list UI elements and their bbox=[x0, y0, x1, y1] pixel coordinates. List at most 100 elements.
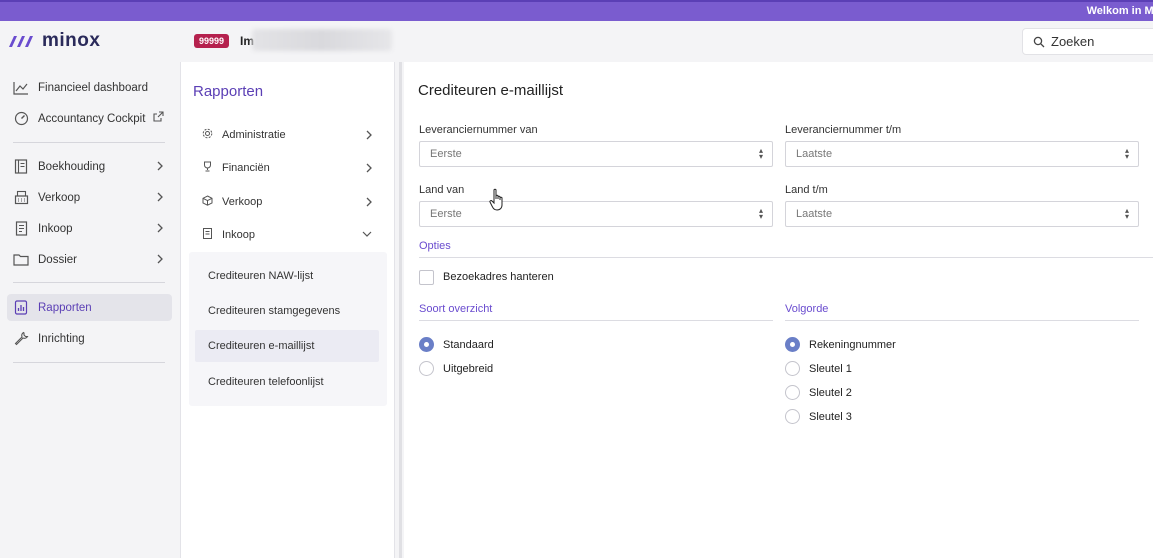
reports-panel: Rapporten Administratie Financiën Verkoo… bbox=[180, 62, 395, 558]
register-icon bbox=[13, 190, 29, 206]
logo-text: minox bbox=[42, 30, 101, 51]
supplier-to-select[interactable]: Laatste ▴ ▾ bbox=[785, 141, 1139, 167]
order-radio-sleutel-3[interactable] bbox=[785, 409, 800, 424]
sidebar-item-label: Inkoop bbox=[38, 222, 73, 235]
overview-radio-uitgebreid[interactable] bbox=[419, 361, 434, 376]
chevron-right-icon bbox=[365, 162, 373, 177]
country-to-label: Land t/m bbox=[785, 184, 828, 196]
section-divider bbox=[785, 320, 1139, 321]
sidebar-item-boekhouding[interactable]: Boekhouding bbox=[7, 153, 172, 180]
sidebar-item-label: Financieel dashboard bbox=[38, 81, 148, 94]
receipt-icon bbox=[202, 228, 213, 242]
order-option-label: Sleutel 1 bbox=[809, 363, 852, 375]
sidebar-item-label: Inrichting bbox=[38, 332, 85, 345]
report-category-label: Verkoop bbox=[222, 196, 263, 208]
external-link-icon bbox=[153, 111, 164, 125]
welcome-text: Welkom in Mir bbox=[1086, 5, 1153, 17]
welcome-banner: Welkom in Mir bbox=[0, 0, 1153, 21]
sidebar-item-verkoop[interactable]: Verkoop bbox=[7, 184, 172, 211]
search-icon bbox=[1033, 36, 1045, 47]
chart-icon bbox=[13, 80, 29, 96]
report-item-stamgegevens[interactable]: Crediteuren stamgegevens bbox=[195, 295, 379, 327]
minox-logo[interactable]: minox bbox=[8, 30, 100, 52]
chevron-down-icon bbox=[361, 229, 373, 241]
sidebar-divider bbox=[13, 142, 165, 143]
overview-radio-standaard[interactable] bbox=[419, 337, 434, 352]
report-item-naw-lijst[interactable]: Crediteuren NAW-lijst bbox=[195, 260, 379, 292]
redacted-client-name bbox=[252, 29, 392, 51]
supplier-from-value: Eerste bbox=[430, 148, 462, 160]
sidebar-item-rapporten[interactable]: Rapporten bbox=[7, 294, 172, 321]
folder-icon bbox=[13, 252, 29, 268]
report-category-administratie[interactable]: Administratie bbox=[193, 120, 383, 150]
app-header: minox 99999 Im Zoeken bbox=[0, 21, 1153, 62]
select-arrows-icon: ▴ ▾ bbox=[1124, 206, 1129, 221]
chevron-right-icon bbox=[156, 222, 164, 237]
country-from-label: Land van bbox=[419, 184, 465, 196]
report-item-e-maillijst[interactable]: Crediteuren e-maillijst bbox=[195, 330, 379, 362]
supplier-from-label: Leveranciernummer van bbox=[419, 124, 538, 136]
gauge-icon bbox=[13, 111, 29, 127]
wrench-icon bbox=[13, 331, 29, 347]
supplier-to-label: Leveranciernummer t/m bbox=[785, 124, 902, 136]
overview-option-label: Uitgebreid bbox=[443, 363, 494, 375]
order-option-label: Rekeningnummer bbox=[809, 339, 896, 351]
trophy-icon bbox=[202, 161, 213, 175]
supplier-to-value: Laatste bbox=[796, 148, 833, 160]
sidebar-item-label: Verkoop bbox=[38, 191, 81, 204]
sidebar-item-label: Dossier bbox=[38, 253, 77, 266]
sidebar-divider bbox=[13, 362, 165, 363]
supplier-from-select[interactable]: Eerste ▴ ▾ bbox=[419, 141, 773, 167]
overview-section-title: Soort overzicht bbox=[419, 303, 493, 315]
chevron-right-icon bbox=[365, 196, 373, 211]
client-number-badge[interactable]: 99999 bbox=[194, 34, 230, 48]
sidebar-item-label: Accountancy Cockpit bbox=[38, 112, 146, 125]
inkoop-report-list: Crediteuren NAW-lijst Crediteuren stamge… bbox=[189, 252, 387, 406]
country-from-value: Eerste bbox=[430, 208, 462, 220]
sidebar-item-label: Rapporten bbox=[38, 301, 92, 314]
report-icon bbox=[13, 300, 29, 316]
chevron-right-icon bbox=[156, 191, 164, 206]
report-category-inkoop[interactable]: Inkoop bbox=[193, 220, 383, 250]
sidebar-item-inkoop[interactable]: Inkoop bbox=[7, 215, 172, 242]
search-placeholder: Zoeken bbox=[1051, 34, 1095, 49]
order-option-label: Sleutel 2 bbox=[809, 387, 852, 399]
report-category-verkoop[interactable]: Verkoop bbox=[193, 187, 383, 217]
report-category-label: Administratie bbox=[222, 129, 286, 141]
ledger-icon bbox=[13, 159, 29, 175]
report-category-label: Financiën bbox=[222, 162, 270, 174]
sidebar-item-financial-dashboard[interactable]: Financieel dashboard bbox=[7, 74, 172, 101]
report-form: Crediteuren e-maillijst Leveranciernumme… bbox=[404, 62, 1153, 558]
section-divider bbox=[419, 320, 773, 321]
page-title: Crediteuren e-maillijst bbox=[418, 82, 564, 99]
order-radio-sleutel-2[interactable] bbox=[785, 385, 800, 400]
hand-cursor-icon bbox=[489, 188, 503, 211]
select-arrows-icon: ▴ ▾ bbox=[1124, 146, 1129, 161]
report-category-label: Inkoop bbox=[222, 229, 256, 241]
country-to-value: Laatste bbox=[796, 208, 833, 220]
overview-option-label: Standaard bbox=[443, 339, 494, 351]
country-to-select[interactable]: Laatste ▴ ▾ bbox=[785, 201, 1139, 227]
order-radio-rekeningnummer[interactable] bbox=[785, 337, 800, 352]
search-field[interactable]: Zoeken bbox=[1022, 28, 1153, 55]
sidebar-item-inrichting[interactable]: Inrichting bbox=[7, 325, 172, 352]
options-section-title: Opties bbox=[419, 240, 451, 252]
order-option-label: Sleutel 3 bbox=[809, 411, 852, 423]
chevron-right-icon bbox=[156, 253, 164, 268]
sidebar-item-dossier[interactable]: Dossier bbox=[7, 246, 172, 273]
main-sidebar: Financieel dashboard Accountancy Cockpit… bbox=[0, 62, 180, 558]
country-from-select[interactable]: Eerste ▴ ▾ bbox=[419, 201, 773, 227]
reports-panel-title: Rapporten bbox=[193, 83, 264, 100]
report-item-telefoonlijst[interactable]: Crediteuren telefoonlijst bbox=[195, 366, 379, 398]
chevron-right-icon bbox=[156, 160, 164, 175]
box-icon bbox=[202, 195, 213, 209]
visit-address-label: Bezoekadres hanteren bbox=[443, 271, 554, 283]
section-divider bbox=[419, 257, 1153, 258]
order-section-title: Volgorde bbox=[785, 303, 829, 315]
order-radio-sleutel-1[interactable] bbox=[785, 361, 800, 376]
report-category-financien[interactable]: Financiën bbox=[193, 153, 383, 183]
sidebar-item-label: Boekhouding bbox=[38, 160, 106, 173]
sidebar-item-accountancy-cockpit[interactable]: Accountancy Cockpit bbox=[7, 105, 172, 132]
sidebar-divider bbox=[13, 282, 165, 283]
visit-address-checkbox[interactable] bbox=[419, 270, 434, 285]
